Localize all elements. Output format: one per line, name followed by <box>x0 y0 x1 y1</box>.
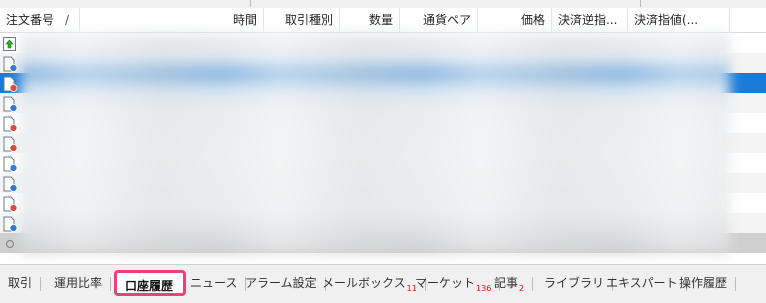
tab-exposure[interactable]: 運用比率 <box>54 273 112 293</box>
blue-document-icon <box>3 96 18 112</box>
column-header-stop-loss[interactable]: 決済逆指... <box>552 8 628 32</box>
history-table-body <box>0 33 766 253</box>
tab-label: メールボックス <box>322 276 406 290</box>
terminal-tab-bar: 取引 運用比率 口座履歴 ニュース アラーム設定 メールボックス11 マーケット… <box>0 264 766 303</box>
tab-market[interactable]: マーケット136 <box>415 273 501 293</box>
tab-mailbox[interactable]: メールボックス11 <box>322 273 426 293</box>
tab-label: 取引 <box>8 276 33 290</box>
column-header-label: 時間 <box>232 13 257 27</box>
blue-document-icon <box>3 56 18 72</box>
tab-trade[interactable]: 取引 <box>8 273 42 293</box>
tab-account-history[interactable]: 口座履歴 <box>114 270 186 296</box>
tab-label: ライブラリ <box>544 276 605 290</box>
column-header-order-number[interactable]: 注文番号 / <box>0 8 80 32</box>
tab-label: マーケット <box>415 276 476 290</box>
blue-document-icon <box>3 176 18 192</box>
column-header-price[interactable]: 価格 <box>478 8 552 32</box>
toolbar-segment <box>250 0 641 7</box>
red-document-icon <box>3 76 18 92</box>
tab-label: 運用比率 <box>54 276 103 290</box>
tab-label: エキスパート <box>606 276 678 290</box>
blurred-row-content <box>20 33 730 253</box>
tab-label: 操作履歴 <box>679 276 728 290</box>
tab-label: ニュース <box>190 276 238 290</box>
column-header-take-profit[interactable]: 決済指値(... <box>628 8 730 32</box>
gray-circle-icon <box>5 239 15 249</box>
table-header: 注文番号 / 時間 取引種別 数量 通貨ペア 価格 決済逆指... 決済指値(.… <box>0 8 766 33</box>
articles-count-badge: 2 <box>519 284 525 293</box>
red-document-icon <box>3 136 18 152</box>
column-header-label: 取引種別 <box>284 13 333 27</box>
tab-label: 口座履歴 <box>125 279 174 293</box>
tab-experts[interactable]: エキスパート <box>606 273 687 293</box>
tab-alarms[interactable]: アラーム設定 <box>245 273 326 293</box>
column-header-label: 価格 <box>520 13 545 27</box>
tab-library[interactable]: ライブラリ <box>544 273 614 293</box>
column-header-label: 決済逆指... <box>558 13 618 27</box>
column-header-label: 数量 <box>368 13 393 27</box>
tab-label: アラーム設定 <box>245 276 317 290</box>
column-header-label: 注文番号 <box>6 13 55 27</box>
tab-news[interactable]: ニュース <box>190 273 247 293</box>
column-header-currency-pair[interactable]: 通貨ペア <box>400 8 478 32</box>
blue-document-icon <box>3 156 18 172</box>
tab-journal[interactable]: 操作履歴 <box>679 273 737 293</box>
column-header-label: 決済指値(... <box>634 13 699 27</box>
toolbar-segment <box>0 0 251 7</box>
tab-articles[interactable]: 記事2 <box>494 273 534 293</box>
column-header-label: 通貨ペア <box>422 13 471 27</box>
blue-document-icon <box>3 216 18 232</box>
red-document-icon <box>3 116 18 132</box>
red-document-icon <box>3 196 18 212</box>
column-header-trade-type[interactable]: 取引種別 <box>264 8 340 32</box>
sort-indicator-icon: / <box>65 13 70 27</box>
column-header-time[interactable]: 時間 <box>80 8 264 32</box>
column-header-quantity[interactable]: 数量 <box>340 8 400 32</box>
tab-label: 記事 <box>494 276 519 290</box>
up-arrow-document-icon <box>3 37 16 51</box>
market-count-badge: 136 <box>476 284 492 293</box>
